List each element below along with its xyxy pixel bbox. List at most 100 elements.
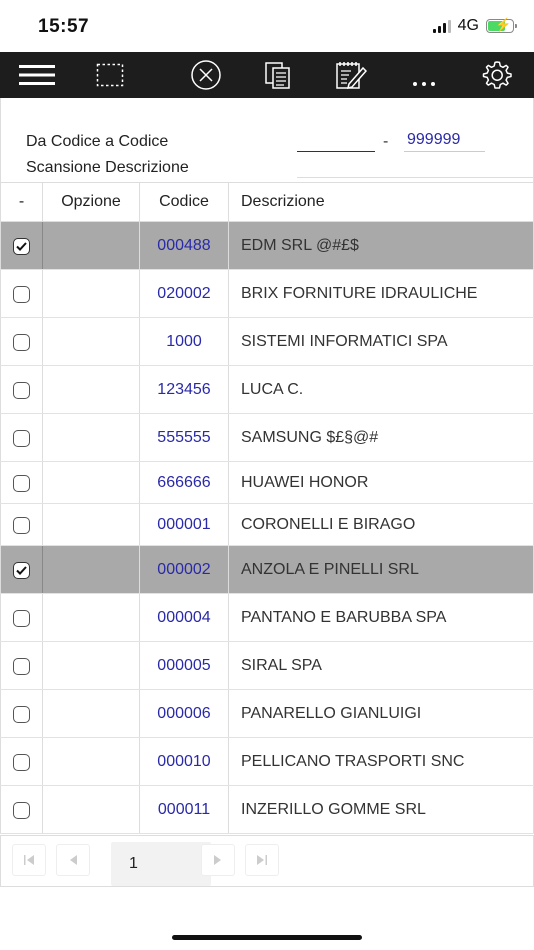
row-select-cell[interactable]	[0, 366, 43, 414]
home-indicator	[172, 935, 362, 940]
row-checkbox[interactable]	[13, 657, 30, 675]
current-page[interactable]: 1	[111, 842, 211, 886]
row-option-cell[interactable]	[43, 738, 140, 786]
row-option-cell[interactable]	[43, 504, 140, 546]
row-description-cell[interactable]: PANARELLO GIANLUIGI	[229, 690, 534, 738]
code-to-input[interactable]	[404, 128, 485, 152]
row-checkbox[interactable]	[13, 429, 30, 447]
row-option-cell[interactable]	[43, 462, 140, 504]
table-row[interactable]: 000010 PELLICANO TRASPORTI SNC	[0, 738, 534, 786]
row-description-cell[interactable]: INZERILLO GOMME SRL	[229, 786, 534, 834]
table-row[interactable]: 1000 SISTEMI INFORMATICI SPA	[0, 318, 534, 366]
row-code-cell[interactable]: 000010	[140, 738, 229, 786]
row-code-cell[interactable]: 000004	[140, 594, 229, 642]
close-circle-icon[interactable]	[180, 52, 232, 98]
row-select-cell[interactable]	[0, 546, 43, 594]
row-code-cell[interactable]: 555555	[140, 414, 229, 462]
results-table: - Opzione Codice Descrizione 000488 EDM S…	[0, 182, 534, 834]
row-description-cell[interactable]: SISTEMI INFORMATICI SPA	[229, 318, 534, 366]
row-select-cell[interactable]	[0, 786, 43, 834]
table-row[interactable]: 020002 BRIX FORNITURE IDRAULICHE	[0, 270, 534, 318]
filter-panel: Da Codice a Codice - Scansione Descrizio…	[0, 98, 534, 182]
row-description-cell[interactable]: EDM SRL @#£$	[229, 222, 534, 270]
row-checkbox[interactable]	[13, 516, 30, 534]
row-select-cell[interactable]	[0, 270, 43, 318]
row-select-cell[interactable]	[0, 690, 43, 738]
row-description-cell[interactable]: PELLICANO TRASPORTI SNC	[229, 738, 534, 786]
row-option-cell[interactable]	[43, 366, 140, 414]
row-checkbox[interactable]	[13, 381, 30, 399]
row-code-cell[interactable]: 000006	[140, 690, 229, 738]
column-header-code[interactable]: Codice	[140, 183, 229, 221]
code-from-input[interactable]	[297, 128, 375, 152]
select-area-icon[interactable]	[84, 52, 136, 98]
row-option-cell[interactable]	[43, 414, 140, 462]
last-page-icon[interactable]	[245, 844, 279, 876]
row-option-cell[interactable]	[43, 786, 140, 834]
row-description-cell[interactable]: PANTANO E BARUBBA SPA	[229, 594, 534, 642]
gear-icon[interactable]	[471, 52, 523, 98]
row-code-cell[interactable]: 1000	[140, 318, 229, 366]
table-row[interactable]: 555555 SAMSUNG $£§@#	[0, 414, 534, 462]
row-code-cell[interactable]: 000011	[140, 786, 229, 834]
row-select-cell[interactable]	[0, 222, 43, 270]
row-select-cell[interactable]	[0, 414, 43, 462]
row-description-cell[interactable]: CORONELLI E BIRAGO	[229, 504, 534, 546]
row-option-cell[interactable]	[43, 594, 140, 642]
column-header-option[interactable]: Opzione	[43, 183, 140, 221]
row-option-cell[interactable]	[43, 546, 140, 594]
row-description-cell[interactable]: LUCA C.	[229, 366, 534, 414]
row-code-cell[interactable]: 666666	[140, 462, 229, 504]
table-row[interactable]: 000005 SIRAL SPA	[0, 642, 534, 690]
row-select-cell[interactable]	[0, 504, 43, 546]
table-row[interactable]: 000002 ANZOLA E PINELLI SRL	[0, 546, 534, 594]
row-select-cell[interactable]	[0, 738, 43, 786]
row-checkbox[interactable]	[13, 333, 30, 351]
row-select-cell[interactable]	[0, 462, 43, 504]
row-checkbox[interactable]	[13, 285, 30, 303]
table-row[interactable]: 000488 EDM SRL @#£$	[0, 222, 534, 270]
row-select-cell[interactable]	[0, 594, 43, 642]
table-row[interactable]: 000011 INZERILLO GOMME SRL	[0, 786, 534, 834]
row-checkbox[interactable]	[13, 561, 30, 579]
row-checkbox[interactable]	[13, 705, 30, 723]
row-checkbox[interactable]	[13, 474, 30, 492]
row-code-cell[interactable]: 123456	[140, 366, 229, 414]
row-select-cell[interactable]	[0, 318, 43, 366]
edit-note-icon[interactable]	[325, 52, 377, 98]
previous-page-icon[interactable]	[56, 844, 90, 876]
row-option-cell[interactable]	[43, 642, 140, 690]
row-checkbox[interactable]	[13, 237, 30, 255]
row-checkbox[interactable]	[13, 609, 30, 627]
row-option-cell[interactable]	[43, 318, 140, 366]
description-scan-input[interactable]	[297, 156, 533, 178]
row-checkbox[interactable]	[13, 801, 30, 819]
row-code-cell[interactable]: 000488	[140, 222, 229, 270]
column-header-select[interactable]: -	[0, 183, 43, 221]
row-option-cell[interactable]	[43, 690, 140, 738]
row-code-cell[interactable]: 000001	[140, 504, 229, 546]
table-row[interactable]: 000006 PANARELLO GIANLUIGI	[0, 690, 534, 738]
more-icon[interactable]	[398, 52, 450, 98]
row-description-cell[interactable]: HUAWEI HONOR	[229, 462, 534, 504]
row-checkbox[interactable]	[13, 753, 30, 771]
row-code-cell[interactable]: 000005	[140, 642, 229, 690]
row-select-cell[interactable]	[0, 642, 43, 690]
copy-icon[interactable]	[252, 52, 304, 98]
table-row[interactable]: 000001 CORONELLI E BIRAGO	[0, 504, 534, 546]
menu-icon[interactable]	[11, 52, 63, 98]
table-row[interactable]: 000004 PANTANO E BARUBBA SPA	[0, 594, 534, 642]
first-page-icon[interactable]	[12, 844, 46, 876]
row-code-cell[interactable]: 000002	[140, 546, 229, 594]
row-description-cell[interactable]: SAMSUNG $£§@#	[229, 414, 534, 462]
row-code-cell[interactable]: 020002	[140, 270, 229, 318]
table-row[interactable]: 666666 HUAWEI HONOR	[0, 462, 534, 504]
row-option-cell[interactable]	[43, 270, 140, 318]
next-page-icon[interactable]	[201, 844, 235, 876]
row-description-cell[interactable]: ANZOLA E PINELLI SRL	[229, 546, 534, 594]
row-description-cell[interactable]: SIRAL SPA	[229, 642, 534, 690]
row-option-cell[interactable]	[43, 222, 140, 270]
table-row[interactable]: 123456 LUCA C.	[0, 366, 534, 414]
column-header-description[interactable]: Descrizione	[229, 183, 534, 221]
row-description-cell[interactable]: BRIX FORNITURE IDRAULICHE	[229, 270, 534, 318]
